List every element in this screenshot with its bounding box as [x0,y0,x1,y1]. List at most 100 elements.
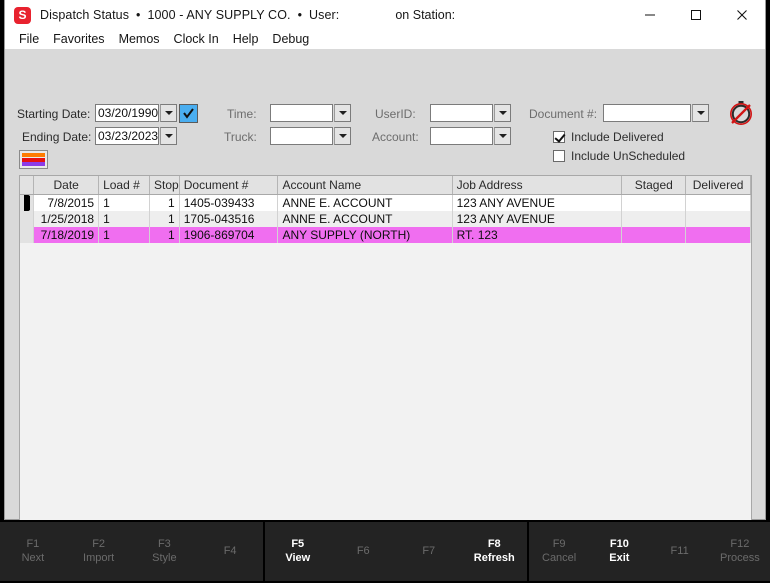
legend-stripe-purple [22,162,45,166]
userid-input[interactable] [430,104,493,122]
function-key-group-1: F1 Next F2 Import F3 Style F4 [0,522,263,581]
chevron-down-icon [696,111,705,115]
main-window: S Dispatch Status • 1000 - ANY SUPPLY CO… [4,0,766,553]
function-key-f5[interactable]: F5 View [265,538,331,566]
maximize-button[interactable] [673,0,719,30]
function-key-label: Style [152,551,177,564]
column-header-stop[interactable]: Stop [149,176,180,195]
account-label: Account: [372,130,419,144]
function-key-name: F1 [26,537,40,550]
function-key-f12[interactable]: F12 Process [710,538,770,566]
function-key-name: F9 [552,537,566,550]
function-key-f3[interactable]: F3 Style [132,538,198,566]
menu-item-help[interactable]: Help [226,30,266,49]
starting-date-dropdown-button[interactable] [160,104,177,122]
function-key-label: Process [720,551,760,564]
userid-dropdown-button[interactable] [494,104,511,122]
menu-item-file[interactable]: File [12,30,46,49]
company-name: 1000 - ANY SUPPLY CO. [147,8,291,22]
cell-document: 1906-869704 [179,227,279,243]
ending-date-input[interactable]: 03/23/2023 [95,127,159,145]
function-key-name: F6 [356,544,370,557]
cell-account: ANY SUPPLY (NORTH) [277,227,453,243]
cell-delivered [685,194,751,211]
stopwatch-disabled-icon[interactable] [728,99,754,125]
color-legend-button[interactable] [19,150,48,169]
window-title: Dispatch Status [40,8,130,22]
menu-bar: File Favorites Memos Clock In Help Debug [5,30,765,49]
title-separator-1: • [136,8,141,22]
cell-stop: 1 [149,194,180,211]
current-row-arrow-icon [24,194,30,211]
starting-date-label: Starting Date: [17,107,91,121]
table-row[interactable]: 7/8/2015 1 1 1405-039433 ANNE E. ACCOUNT… [20,194,751,211]
cell-load: 1 [98,227,151,243]
table-row[interactable]: 7/18/2019 1 1 1906-869704 ANY SUPPLY (NO… [20,227,751,243]
function-key-f2[interactable]: F2 Import [66,538,132,566]
function-key-name: F7 [422,544,436,557]
chevron-down-icon [164,111,173,115]
include-delivered-checkbox[interactable]: Include Delivered [553,130,664,144]
column-header-date[interactable]: Date [33,176,100,195]
column-header-load[interactable]: Load # [98,176,151,195]
document-dropdown-button[interactable] [692,104,709,122]
account-input[interactable] [430,127,493,145]
window-controls [627,0,765,30]
function-key-f11[interactable]: F11 [650,545,710,559]
cell-address: RT. 123 [452,227,623,243]
truck-dropdown-button[interactable] [334,127,351,145]
row-marker-cell [20,211,35,227]
form-panel: Starting Date: 03/20/1990 Time: UserID: … [5,49,765,553]
minimize-button[interactable] [627,0,673,30]
function-key-label: View [285,551,311,564]
application-window: S Dispatch Status • 1000 - ANY SUPPLY CO… [0,0,770,583]
ending-date-dropdown-button[interactable] [160,127,177,145]
row-marker-header [20,176,35,195]
time-dropdown-button[interactable] [334,104,351,122]
function-key-f1[interactable]: F1 Next [0,538,66,566]
function-key-group-2: F5 View F6 F7 F8 Refresh [265,522,527,581]
column-header-job-address[interactable]: Job Address [452,176,623,195]
legend-stripe-red [22,157,45,162]
document-input[interactable] [603,104,691,122]
truck-input[interactable] [270,127,333,145]
function-key-f4[interactable]: F4 [197,545,263,559]
row-marker-cell [20,194,35,211]
function-key-name: F2 [92,537,106,550]
function-key-f8[interactable]: F8 Refresh [462,538,528,566]
function-key-f7[interactable]: F7 [396,545,462,559]
checkbox-icon [553,131,565,143]
userid-label: UserID: [375,107,416,121]
starting-date-input[interactable]: 03/20/1990 [95,104,159,122]
dispatch-grid[interactable]: Date Load # Stop Document # Account Name… [19,175,752,553]
column-header-delivered[interactable]: Delivered [685,176,751,195]
row-marker-cell [20,227,35,243]
include-unscheduled-checkbox[interactable]: Include UnScheduled [553,149,685,163]
chevron-down-icon [164,134,173,138]
title-separator-2: • [297,8,302,22]
cell-load: 1 [98,194,151,211]
function-key-f10[interactable]: F10 Exit [589,538,649,566]
function-key-name: F11 [670,544,689,557]
cell-date: 1/25/2018 [33,211,100,227]
accept-check-button[interactable] [179,104,198,123]
column-header-document[interactable]: Document # [179,176,279,195]
cell-document: 1405-039433 [179,194,279,211]
column-header-staged[interactable]: Staged [621,176,687,195]
column-header-account-name[interactable]: Account Name [277,176,453,195]
function-key-name: F10 [609,537,629,550]
account-dropdown-button[interactable] [494,127,511,145]
menu-item-favorites[interactable]: Favorites [46,30,111,49]
menu-item-debug[interactable]: Debug [265,30,316,49]
table-row[interactable]: 1/25/2018 1 1 1705-043516 ANNE E. ACCOUN… [20,211,751,227]
menu-item-clock-in[interactable]: Clock In [167,30,226,49]
function-key-f9[interactable]: F9 Cancel [529,538,589,566]
cell-load: 1 [98,211,151,227]
function-key-f6[interactable]: F6 [331,545,397,559]
menu-item-memos[interactable]: Memos [112,30,167,49]
close-button[interactable] [719,0,765,30]
function-key-label: Import [83,551,115,564]
function-key-label: Exit [609,551,630,564]
cell-account: ANNE E. ACCOUNT [277,211,453,227]
time-input[interactable] [270,104,333,122]
